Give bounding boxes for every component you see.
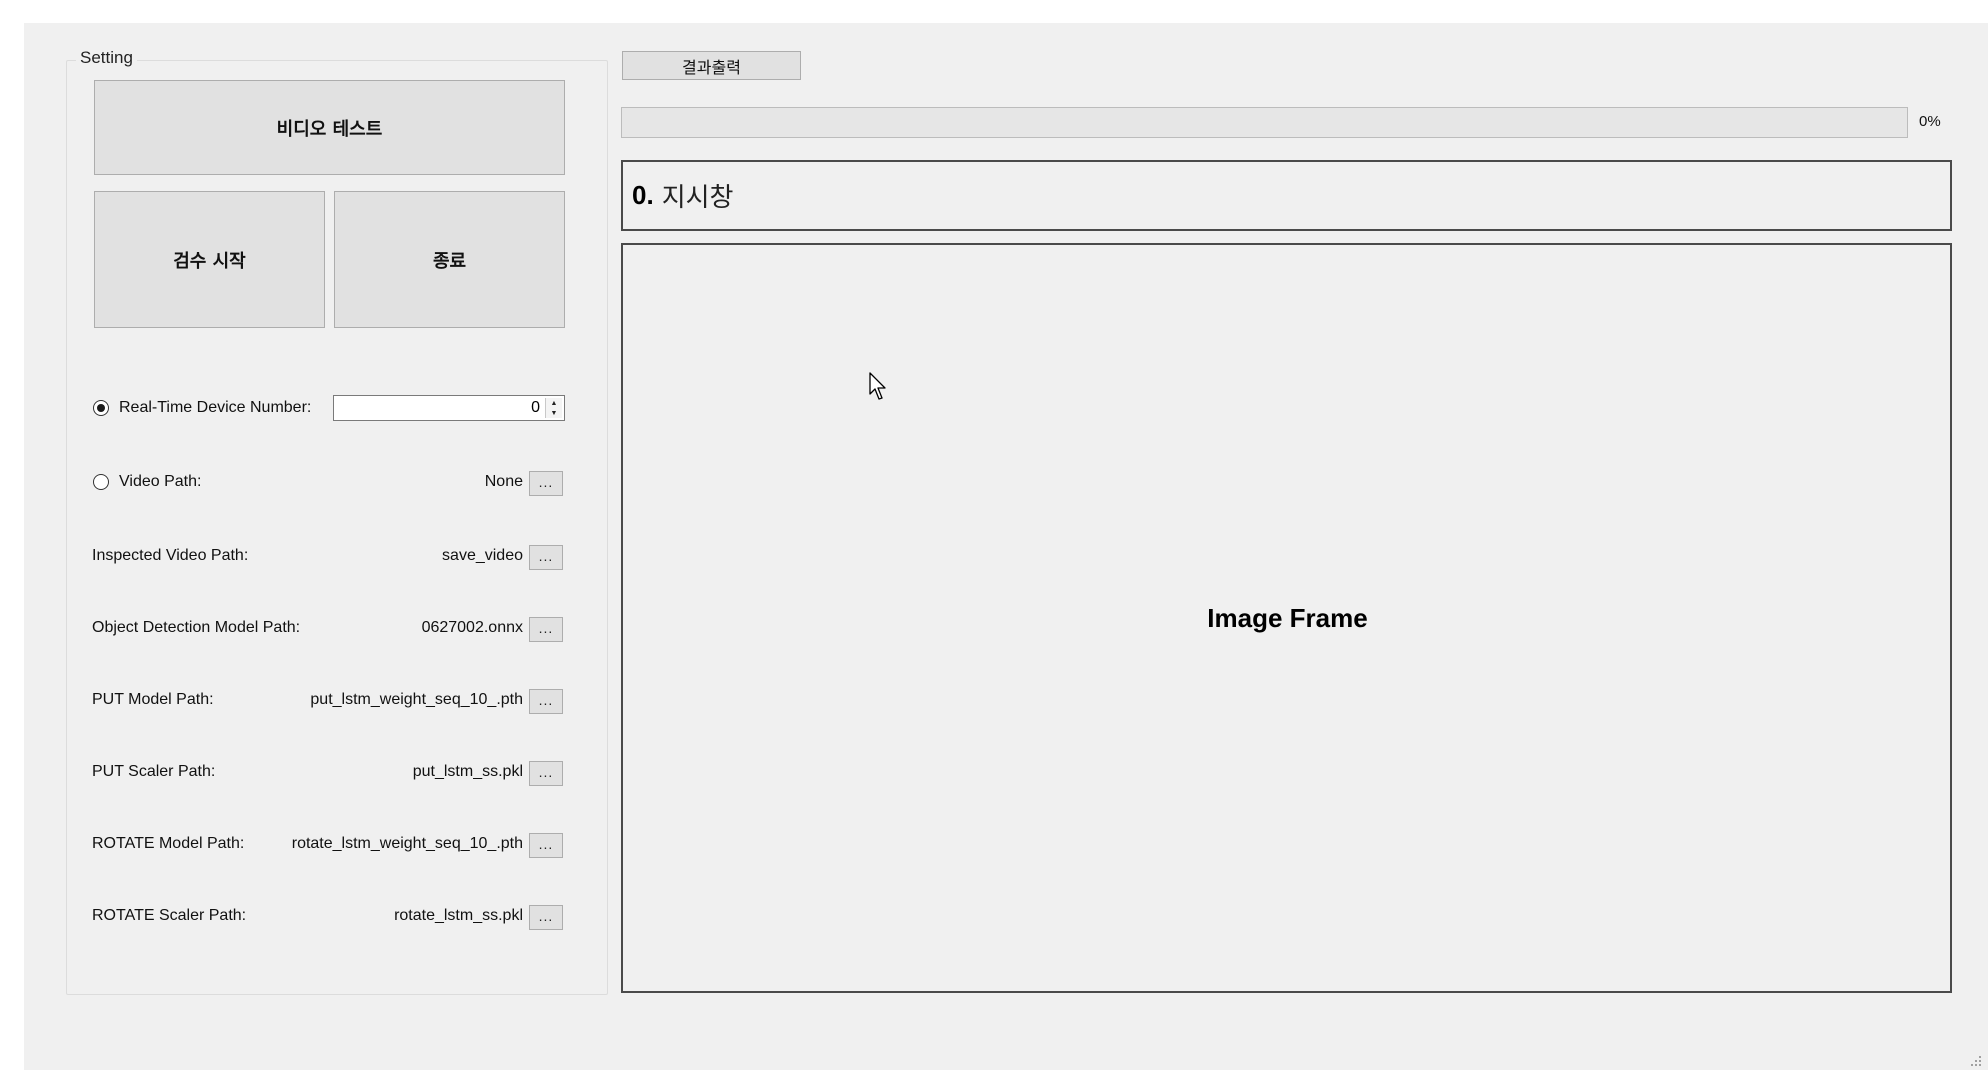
rotate-model-path-browse-button[interactable]: ... xyxy=(529,833,563,858)
realtime-device-radio[interactable] xyxy=(93,400,109,416)
device-number-spinner[interactable]: 0 ▲ ▼ xyxy=(333,395,565,421)
inspected-video-path-label: Inspected Video Path: xyxy=(92,547,249,564)
main-window: Setting 비디오 테스트 검수 시작 종료 Real-Time Devic… xyxy=(24,23,1988,1070)
put-scaler-path-browse-button[interactable]: ... xyxy=(529,761,563,786)
put-model-path-browse-button[interactable]: ... xyxy=(529,689,563,714)
radio-selected-dot xyxy=(97,404,105,412)
progress-bar xyxy=(621,107,1908,138)
image-frame-label: Image Frame xyxy=(1207,602,1368,633)
rotate-model-path-value: rotate_lstm_weight_seq_10_.pth xyxy=(291,835,523,852)
rotate-model-path-label: ROTATE Model Path: xyxy=(92,835,245,852)
put-scaler-path-label: PUT Scaler Path: xyxy=(92,763,216,780)
start-inspection-button[interactable]: 검수 시작 xyxy=(94,191,325,328)
indicator-number: 0. xyxy=(632,180,654,210)
indicator-text: 지시창 xyxy=(661,183,734,213)
put-model-path-value: put_lstm_weight_seq_10_.pth xyxy=(310,691,523,708)
triangle-up-icon[interactable]: ▲ xyxy=(546,398,562,408)
put-model-path-label: PUT Model Path: xyxy=(92,691,214,708)
video-path-browse-button[interactable]: ... xyxy=(529,471,563,496)
exit-button[interactable]: 종료 xyxy=(334,191,565,328)
progress-percent-text: 0% xyxy=(1919,113,1941,130)
resize-grip-icon[interactable] xyxy=(1968,1053,1982,1067)
object-detection-model-path-value: 0627002.onnx xyxy=(421,619,523,636)
spinner-buttons: ▲ ▼ xyxy=(545,398,562,418)
video-path-value: None xyxy=(484,473,523,490)
inspected-video-path-browse-button[interactable]: ... xyxy=(529,545,563,570)
object-detection-model-path-label: Object Detection Model Path: xyxy=(92,619,301,636)
device-number-value: 0 xyxy=(531,399,540,416)
image-frame: Image Frame xyxy=(621,243,1952,993)
indicator-panel: 0. 지시창 xyxy=(621,160,1952,231)
realtime-device-label: Real-Time Device Number: xyxy=(119,399,312,416)
video-path-radio[interactable] xyxy=(93,474,109,490)
settings-group-title: Setting xyxy=(76,48,137,68)
rotate-scaler-path-label: ROTATE Scaler Path: xyxy=(92,907,247,924)
rotate-scaler-path-browse-button[interactable]: ... xyxy=(529,905,563,930)
mouse-pointer-icon xyxy=(869,372,886,400)
result-output-button[interactable]: 결과출력 xyxy=(622,51,801,80)
put-scaler-path-value: put_lstm_ss.pkl xyxy=(412,763,523,780)
video-test-button[interactable]: 비디오 테스트 xyxy=(94,80,565,175)
rotate-scaler-path-value: rotate_lstm_ss.pkl xyxy=(394,907,523,924)
inspected-video-path-value: save_video xyxy=(442,547,523,564)
video-path-label: Video Path: xyxy=(119,473,202,490)
object-detection-model-path-browse-button[interactable]: ... xyxy=(529,617,563,642)
triangle-down-icon[interactable]: ▼ xyxy=(546,408,562,418)
